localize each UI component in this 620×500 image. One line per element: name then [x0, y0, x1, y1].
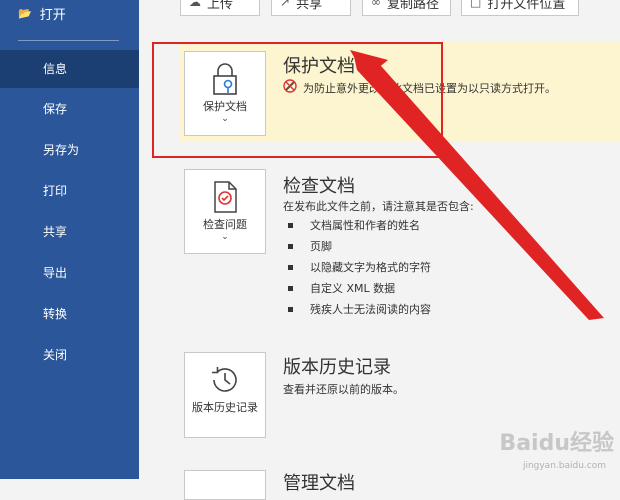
- annotation-arrow: [350, 50, 604, 320]
- watermark-url: jingyan.baidu.com: [522, 461, 606, 471]
- watermark-logo: Baidu经验: [499, 431, 614, 456]
